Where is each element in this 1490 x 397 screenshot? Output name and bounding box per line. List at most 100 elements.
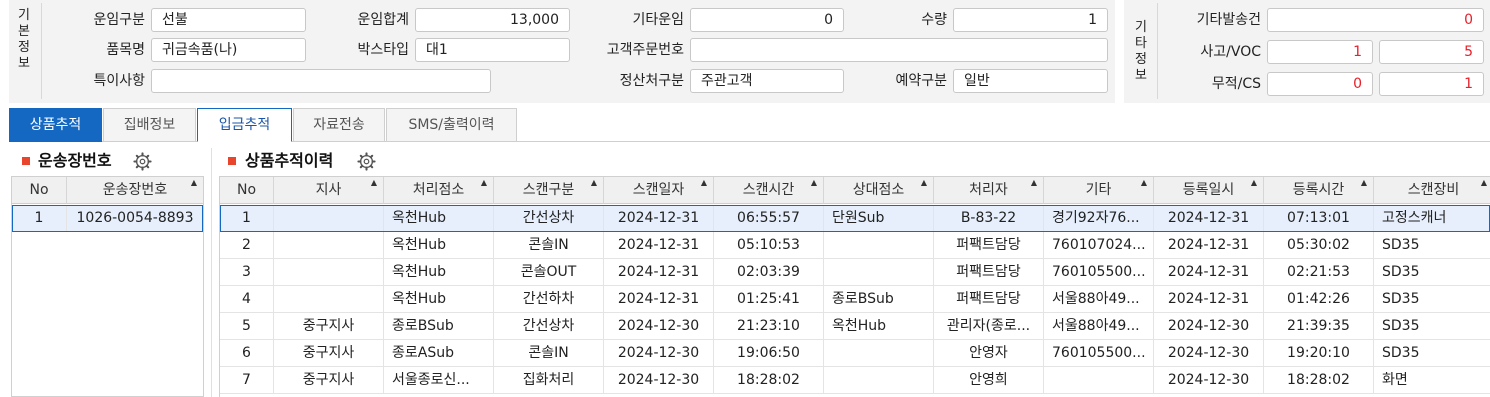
scan-date-cell: 2024-12-31: [604, 286, 714, 313]
reg-time-cell: 01:42:26: [1264, 286, 1374, 313]
table-row[interactable]: 2 옥천Hub 콘솔IN 2024-12-31 05:10:53 퍼팩트담당 7601070…: [220, 232, 1490, 259]
scan-time-cell: 19:06:50: [714, 340, 824, 367]
panel-splitter[interactable]: [211, 148, 212, 397]
handling-office-cell: 옥천Hub: [384, 232, 494, 259]
branch-cell: 중구지사: [274, 313, 384, 340]
reg-date-cell: 2024-12-31: [1154, 232, 1264, 259]
sort-arrow-icon: ▲: [370, 178, 377, 187]
rate-type-label: 운임구분: [93, 12, 145, 28]
reg-time-cell: 07:13:01: [1264, 205, 1374, 232]
partner-office-cell: [824, 367, 934, 394]
item-name-label: 품목명: [106, 42, 145, 58]
column-header-branch[interactable]: 지사 ▲: [274, 177, 384, 204]
column-header-scan-type[interactable]: 스캔구분 ▲: [494, 177, 604, 204]
tab-payment-tracking[interactable]: 입금추적: [197, 108, 292, 142]
column-header-no[interactable]: No: [220, 177, 274, 204]
partner-office-cell: 단원Sub: [824, 205, 934, 232]
table-row[interactable]: 1 옥천Hub 간선상차 2024-12-31 06:55:57 단원Sub B-83-22…: [220, 205, 1490, 232]
sort-arrow-icon: ▲: [590, 178, 597, 187]
table-row[interactable]: 1 1026-0054-8893: [12, 205, 203, 232]
no-cell: 7: [220, 367, 274, 394]
table-row[interactable]: 4 옥천Hub 간선하차 2024-12-31 01:25:41 종로BSub 퍼팩트담당 서…: [220, 286, 1490, 313]
tab-delivery-info[interactable]: 집배정보: [103, 108, 196, 142]
box-type-field[interactable]: 대1: [415, 38, 570, 62]
column-header-no[interactable]: No: [12, 177, 67, 204]
etc-info-panel: 기 타 정 보 기타발송건 0 사고/VOC 1 5 무적/CS 0 1: [1124, 0, 1490, 103]
handler-cell: 퍼팩트담당: [934, 286, 1044, 313]
tab-product-tracking[interactable]: 상품추적: [9, 108, 102, 142]
branch-cell: 중구지사: [274, 367, 384, 394]
other-rate-field[interactable]: 0: [690, 8, 844, 32]
sort-arrow-icon: ▲: [920, 178, 927, 187]
cs-count-field[interactable]: 1: [1379, 72, 1484, 96]
reg-date-cell: 2024-12-30: [1154, 367, 1264, 394]
etc-cell: 760105500...: [1044, 259, 1154, 286]
rate-type-field[interactable]: 선불: [151, 8, 306, 32]
accident-voc-label: 사고/VOC: [1200, 44, 1261, 60]
scan-device-cell: 고정스캐너: [1374, 205, 1490, 232]
box-type-label: 박스타입: [357, 42, 409, 58]
column-header-waybill[interactable]: 운송장번호 ▲: [67, 177, 203, 204]
column-header-scan-time[interactable]: 스캔시간 ▲: [714, 177, 824, 204]
table-row[interactable]: 6 중구지사 종로ASub 콘솔IN 2024-12-30 19:06:50 안영자 7601…: [220, 340, 1490, 367]
handler-cell: 관리자(종로...: [934, 313, 1044, 340]
tracking-history-section-title: 상품추적이력: [245, 151, 334, 170]
no-cell: 5: [220, 313, 274, 340]
rate-total-field[interactable]: 13,000: [415, 8, 570, 32]
reg-time-cell: 02:21:53: [1264, 259, 1374, 286]
column-header-scan-date[interactable]: 스캔일자 ▲: [604, 177, 714, 204]
scan-device-cell: 화면: [1374, 367, 1490, 394]
scan-type-cell: 콘솔IN: [494, 340, 604, 367]
waybill-grid: No 운송장번호 ▲ 1 1026-0054-8893: [11, 176, 204, 397]
branch-cell: [274, 259, 384, 286]
customer-order-field[interactable]: [690, 38, 1108, 62]
handling-office-cell: 옥천Hub: [384, 286, 494, 313]
column-header-etc[interactable]: 기타 ▲: [1044, 177, 1154, 204]
waybill-number-cell: 1026-0054-8893: [67, 205, 203, 232]
scan-type-cell: 간선상차: [494, 205, 604, 232]
nodoc-count-field[interactable]: 0: [1267, 72, 1373, 96]
customer-order-label: 고객주문번호: [606, 42, 684, 58]
column-header-reg-date[interactable]: 등록일시 ▲: [1154, 177, 1264, 204]
item-name-field[interactable]: 귀금속품(나): [151, 38, 306, 62]
special-note-label: 특이사항: [93, 73, 145, 89]
qty-field[interactable]: 1: [953, 8, 1108, 32]
gear-icon[interactable]: [133, 152, 152, 171]
no-cell: 2: [220, 232, 274, 259]
table-row[interactable]: 7 중구지사 서울종로신... 집화처리 2024-12-30 18:28:02 안영희 20…: [220, 367, 1490, 394]
accident-count-field[interactable]: 1: [1267, 40, 1373, 64]
scan-date-cell: 2024-12-31: [604, 205, 714, 232]
voc-count-field[interactable]: 5: [1379, 40, 1484, 64]
column-header-handling-office[interactable]: 처리점소 ▲: [384, 177, 494, 204]
scan-date-cell: 2024-12-30: [604, 340, 714, 367]
handler-cell: 안영자: [934, 340, 1044, 367]
column-header-partner-office[interactable]: 상대점소 ▲: [824, 177, 934, 204]
reservation-field[interactable]: 일반: [953, 69, 1108, 93]
handler-cell: 퍼팩트담당: [934, 259, 1044, 286]
basic-info-side-label: 기 본 정 보: [18, 8, 30, 71]
branch-cell: [274, 232, 384, 259]
other-send-field[interactable]: 0: [1267, 8, 1484, 32]
table-row[interactable]: 3 옥천Hub 콘솔OUT 2024-12-31 02:03:39 퍼팩트담당 760105…: [220, 259, 1490, 286]
column-header-reg-time[interactable]: 등록시간 ▲: [1264, 177, 1374, 204]
column-header-scan-device[interactable]: 스캔장비 ▲: [1374, 177, 1490, 204]
sort-arrow-icon: ▲: [1360, 178, 1367, 187]
scan-device-cell: SD35: [1374, 259, 1490, 286]
column-header-handler[interactable]: 처리자 ▲: [934, 177, 1044, 204]
scan-time-cell: 18:28:02: [714, 367, 824, 394]
tab-data-transfer[interactable]: 자료전송: [293, 108, 385, 142]
sort-arrow-icon: ▲: [700, 178, 707, 187]
reg-time-cell: 19:20:10: [1264, 340, 1374, 367]
branch-cell: [274, 205, 384, 232]
etc-cell: 서울88아49...: [1044, 286, 1154, 313]
scan-time-cell: 01:25:41: [714, 286, 824, 313]
etc-cell: 서울88아49...: [1044, 313, 1154, 340]
sort-arrow-icon: ▲: [1250, 178, 1257, 187]
scan-device-cell: SD35: [1374, 340, 1490, 367]
settlement-field[interactable]: 주관고객: [690, 69, 844, 93]
gear-icon[interactable]: [357, 152, 376, 171]
tab-sms-print-history[interactable]: SMS/출력이력: [386, 108, 517, 142]
table-row[interactable]: 5 중구지사 종로BSub 간선상차 2024-12-30 21:23:10 옥천Hub 관리…: [220, 313, 1490, 340]
special-note-field[interactable]: [151, 69, 491, 93]
scan-time-cell: 05:10:53: [714, 232, 824, 259]
